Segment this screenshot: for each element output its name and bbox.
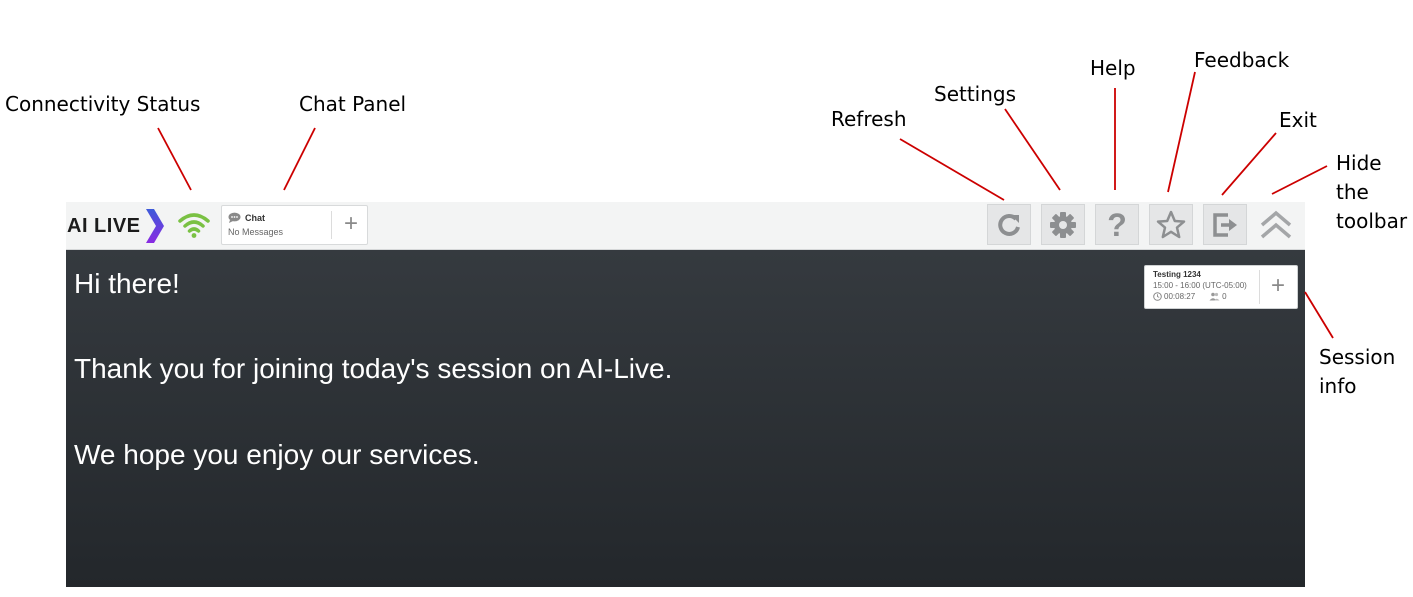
- exit-icon: [1213, 212, 1237, 237]
- chat-panel-tab[interactable]: Chat No Messages +: [221, 205, 368, 245]
- chat-bubble-icon: [228, 212, 241, 223]
- wifi-icon[interactable]: [177, 210, 211, 240]
- session-participants: 0: [1222, 292, 1227, 301]
- leader-hide-toolbar: [1271, 165, 1328, 195]
- main-content: Hi there! Thank you for joining today's …: [66, 250, 1305, 587]
- annotation-session-info-1: Session: [1319, 345, 1396, 369]
- svg-text:?: ?: [1107, 210, 1127, 240]
- annotation-session-info-2: info: [1319, 374, 1357, 398]
- annotation-hide-toolbar-3: toolbar: [1336, 209, 1408, 233]
- message-thanks: Thank you for joining today's session on…: [74, 353, 673, 384]
- refresh-icon: [998, 213, 1020, 236]
- leader-settings: [1004, 108, 1061, 191]
- gear-icon: [1050, 211, 1076, 238]
- leader-session-info: [1304, 291, 1334, 339]
- leader-exit: [1221, 132, 1277, 196]
- refresh-button[interactable]: [987, 204, 1031, 245]
- annotation-chat-panel: Chat Panel: [299, 92, 407, 116]
- toolbar: AI LIVE Chat No Messages + ?: [66, 202, 1305, 250]
- annotation-refresh: Refresh: [831, 107, 907, 131]
- leader-refresh: [899, 138, 1005, 201]
- exit-button[interactable]: [1203, 204, 1247, 245]
- leader-connectivity: [157, 127, 192, 191]
- chat-subtitle: No Messages: [228, 227, 284, 237]
- help-button[interactable]: ?: [1095, 204, 1139, 245]
- chat-title: Chat: [245, 212, 265, 223]
- message-greeting: Hi there!: [74, 268, 180, 299]
- annotation-help: Help: [1090, 56, 1136, 80]
- session-info-panel[interactable]: Testing 1234 15:00 - 16:00 (UTC-05:00) 0…: [1144, 265, 1298, 309]
- annotation-connectivity-status: Connectivity Status: [5, 92, 201, 116]
- session-elapsed: 00:08:27: [1164, 292, 1196, 301]
- add-session-button[interactable]: +: [1265, 272, 1291, 302]
- participants-icon: [1209, 292, 1220, 301]
- feedback-button[interactable]: [1149, 204, 1193, 245]
- session-time-range: 15:00 - 16:00 (UTC-05:00): [1153, 281, 1247, 290]
- question-icon: ?: [1107, 210, 1127, 240]
- chevron-up-double-icon: [1260, 210, 1292, 238]
- logo-text: AI LIVE: [67, 214, 141, 237]
- leader-feedback: [1167, 71, 1196, 193]
- add-chat-button[interactable]: +: [338, 211, 364, 239]
- app-window: AI LIVE Chat No Messages + ? Hi there! T…: [66, 202, 1305, 587]
- message-hope: We hope you enjoy our services.: [74, 439, 480, 470]
- annotation-settings: Settings: [934, 82, 1017, 106]
- leader-chat-panel: [283, 127, 316, 191]
- annotation-feedback: Feedback: [1194, 48, 1290, 72]
- session-title: Testing 1234: [1153, 270, 1201, 279]
- logo: AI LIVE: [67, 208, 166, 244]
- star-icon: [1156, 210, 1186, 238]
- annotation-hide-toolbar-2: the: [1336, 180, 1369, 204]
- annotation-exit: Exit: [1279, 108, 1317, 132]
- divider: [331, 211, 332, 239]
- divider: [1259, 270, 1260, 304]
- hide-toolbar-button[interactable]: [1254, 204, 1298, 245]
- settings-button[interactable]: [1041, 204, 1085, 245]
- annotation-hide-toolbar-1: Hide: [1336, 151, 1382, 175]
- logo-chevron-icon: [145, 209, 164, 243]
- clock-icon: [1153, 292, 1162, 301]
